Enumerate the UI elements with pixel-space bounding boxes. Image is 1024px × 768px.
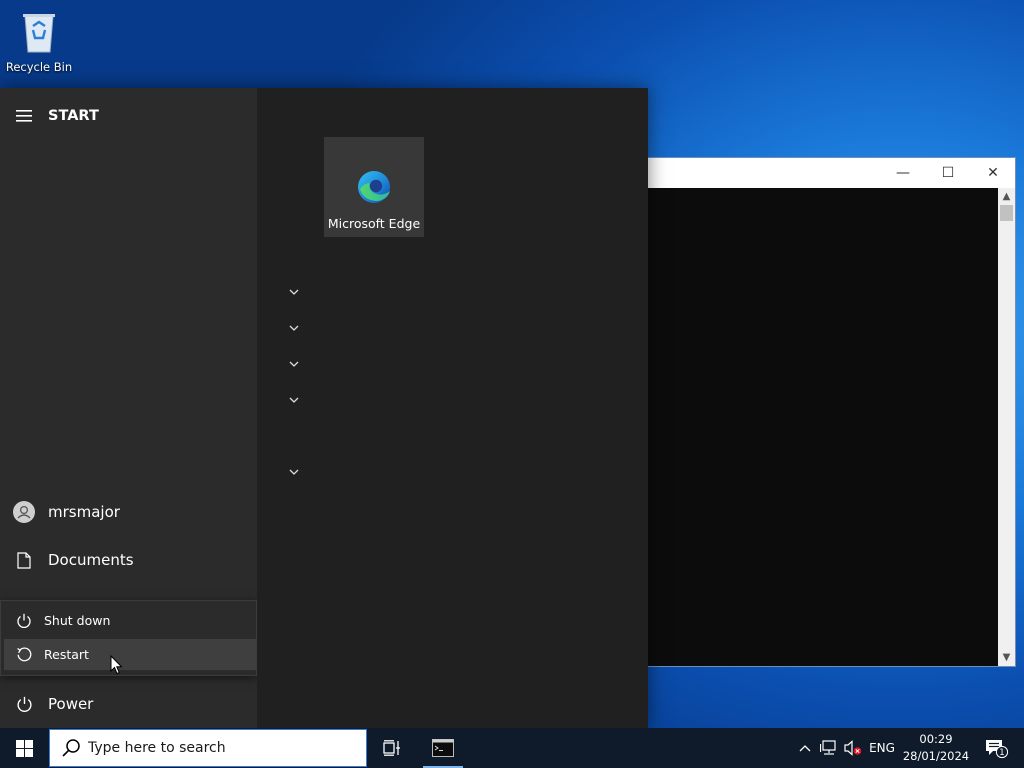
- microsoft-edge-tile[interactable]: Microsoft Edge: [324, 137, 424, 237]
- documents-item[interactable]: Documents: [0, 540, 257, 580]
- taskbar: ENG 00:29 28/01/2024 1: [0, 728, 1024, 768]
- start-left-pane: START mrsmajor Documents Shut down Resta…: [0, 88, 257, 728]
- start-tiles-pane: Microsoft Edge: [257, 88, 648, 728]
- power-item[interactable]: Power: [0, 684, 257, 724]
- search-icon: [62, 739, 80, 757]
- recycle-bin-icon[interactable]: Recycle Bin: [4, 6, 74, 74]
- start-header[interactable]: START: [0, 96, 257, 136]
- task-view-icon: [383, 740, 400, 756]
- chevron-down-icon[interactable]: [287, 465, 301, 479]
- recycle-bin-label: Recycle Bin: [5, 60, 73, 74]
- clock-date: 28/01/2024: [902, 749, 970, 763]
- shutdown-icon: [17, 613, 31, 628]
- search-input[interactable]: [88, 740, 338, 756]
- start-button[interactable]: [0, 728, 48, 768]
- shutdown-label: Shut down: [44, 613, 111, 628]
- taskbar-clock[interactable]: 00:29 28/01/2024: [900, 728, 972, 768]
- user-name-label: mrsmajor: [48, 503, 120, 521]
- user-avatar-icon: [13, 501, 35, 523]
- power-label: Power: [48, 695, 94, 713]
- minimize-button[interactable]: —: [880, 158, 926, 188]
- scroll-down-icon[interactable]: ▼: [998, 649, 1015, 666]
- windows-logo-icon: [15, 739, 33, 757]
- start-menu: START mrsmajor Documents Shut down Resta…: [0, 88, 648, 728]
- chevron-down-icon[interactable]: [287, 285, 301, 299]
- console-scrollbar[interactable]: ▲ ▼: [998, 188, 1015, 666]
- language-indicator[interactable]: ENG: [866, 728, 898, 768]
- document-icon: [17, 551, 31, 569]
- console-app-icon: [432, 739, 454, 757]
- maximize-button[interactable]: ☐: [925, 158, 971, 188]
- task-view-button[interactable]: [368, 728, 416, 768]
- network-icon: [820, 740, 836, 755]
- documents-label: Documents: [48, 551, 134, 569]
- restart-menu-item[interactable]: Restart: [4, 639, 256, 670]
- action-center-button[interactable]: 1: [978, 728, 1014, 768]
- scroll-thumb[interactable]: [1000, 205, 1013, 221]
- scroll-up-icon[interactable]: ▲: [998, 188, 1015, 205]
- clock-time: 00:29: [919, 732, 953, 746]
- network-tray-button[interactable]: [818, 728, 840, 768]
- hamburger-menu-icon[interactable]: [16, 110, 32, 122]
- user-account-item[interactable]: mrsmajor: [0, 492, 257, 532]
- start-header-label: START: [48, 108, 99, 124]
- chevron-down-icon[interactable]: [287, 393, 301, 407]
- chevron-down-icon[interactable]: [287, 357, 301, 371]
- mouse-cursor-icon: [110, 655, 123, 675]
- volume-tray-button[interactable]: [842, 728, 864, 768]
- edge-tile-label: Microsoft Edge: [327, 216, 421, 231]
- console-taskbar-button[interactable]: [423, 728, 463, 768]
- power-flyout: Shut down Restart: [0, 600, 257, 676]
- notification-icon: 1: [986, 740, 1009, 758]
- show-hidden-icons-button[interactable]: [794, 728, 816, 768]
- restart-icon: [16, 647, 31, 662]
- notification-count-badge: 1: [999, 748, 1004, 758]
- chevron-down-icon[interactable]: [287, 321, 301, 335]
- close-button[interactable]: ✕: [970, 158, 1016, 188]
- shutdown-menu-item[interactable]: Shut down: [4, 605, 256, 636]
- power-icon: [16, 696, 32, 712]
- recycle-bin-icon-graphic: [23, 14, 55, 53]
- restart-label: Restart: [44, 647, 89, 662]
- volume-muted-icon: [844, 740, 862, 756]
- taskbar-search-box[interactable]: [49, 729, 367, 767]
- edge-icon: [358, 171, 390, 203]
- chevron-up-icon: [799, 745, 811, 752]
